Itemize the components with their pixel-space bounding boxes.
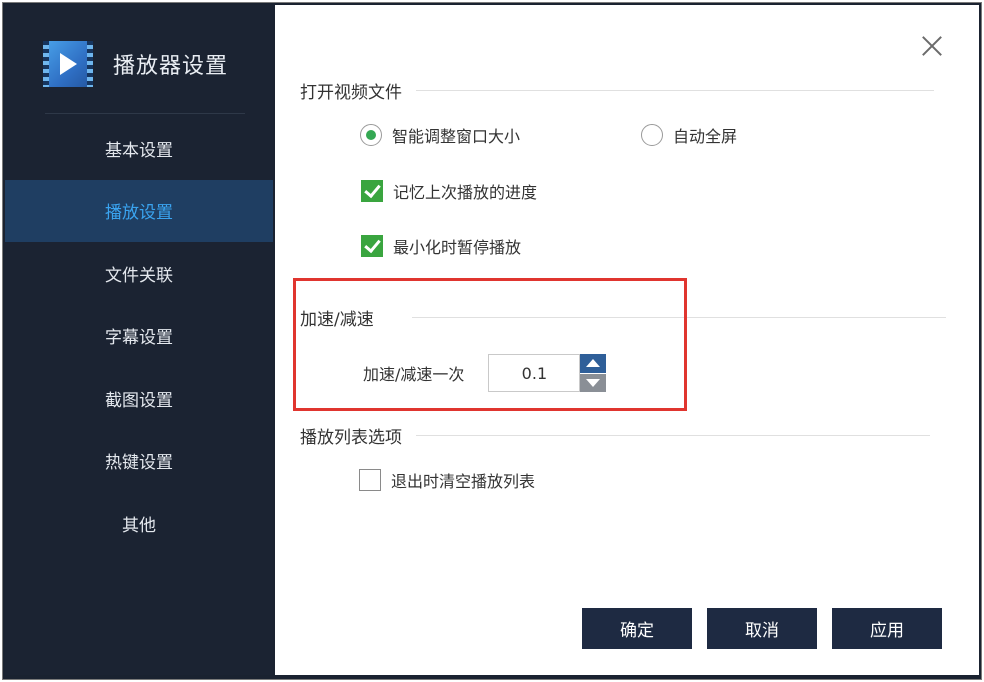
option-clear-playlist[interactable]: 退出时清空播放列表 [359,468,535,492]
sidebar-item-label: 播放设置 [105,203,173,224]
radio-smart-resize[interactable] [360,124,382,146]
sidebar-item-subtitles[interactable]: 字幕设置 [5,305,273,368]
sidebar-item-file-association[interactable]: 文件关联 [5,242,273,305]
option-label: 最小化时暂停播放 [393,238,522,257]
option-smart-resize[interactable]: 智能调整窗口大小 [360,123,520,147]
sidebar-nav: 基本设置 播放设置 文件关联 字幕设置 截图设置 热键设置 其他 [5,117,273,555]
sidebar-item-label: 字幕设置 [105,328,173,349]
section-open-video: 打开视频文件 [300,78,934,103]
radio-auto-fullscreen[interactable] [641,124,663,146]
option-label: 自动全屏 [673,127,738,146]
sidebar-item-hotkeys[interactable]: 热键设置 [5,430,273,493]
checkbox-pause-on-minimize[interactable] [361,235,383,257]
sidebar-item-playback[interactable]: 播放设置 [5,179,273,242]
sidebar-item-other[interactable]: 其他 [5,492,273,555]
section-title: 播放列表选项 [300,428,402,448]
video-player-logo-icon [43,41,93,87]
sidebar-item-label: 热键设置 [105,453,173,474]
checkbox-clear-playlist[interactable] [359,469,381,491]
option-pause-on-minimize[interactable]: 最小化时暂停播放 [361,234,521,258]
sidebar-divider [45,113,245,114]
sidebar-item-basic[interactable]: 基本设置 [5,117,273,180]
option-label: 退出时清空播放列表 [391,472,536,491]
sidebar-item-label: 其他 [122,515,156,536]
sidebar-item-label: 文件关联 [105,265,173,286]
ok-button[interactable]: 确定 [582,608,692,649]
section-playlist: 播放列表选项 [300,423,930,448]
cancel-button[interactable]: 取消 [707,608,817,649]
sidebar-item-screenshot[interactable]: 截图设置 [5,367,273,430]
apply-button[interactable]: 应用 [832,608,942,649]
option-label: 记忆上次播放的进度 [393,183,538,202]
sidebar-item-label: 截图设置 [105,390,173,411]
section-title: 打开视频文件 [300,83,402,103]
speed-highlight-box [293,278,687,411]
sidebar: 播放器设置 基本设置 播放设置 文件关联 字幕设置 截图设置 热键设置 其他 [5,5,273,675]
section-divider [416,90,934,91]
close-icon[interactable] [921,35,943,57]
sidebar-item-label: 基本设置 [105,140,173,161]
section-divider [416,435,930,436]
dialog-title: 播放器设置 [113,54,229,79]
option-auto-fullscreen[interactable]: 自动全屏 [641,123,737,147]
option-remember-progress[interactable]: 记忆上次播放的进度 [361,179,537,203]
checkbox-remember-progress[interactable] [361,180,383,202]
option-label: 智能调整窗口大小 [392,127,521,146]
sidebar-brand: 播放器设置 [43,41,228,87]
